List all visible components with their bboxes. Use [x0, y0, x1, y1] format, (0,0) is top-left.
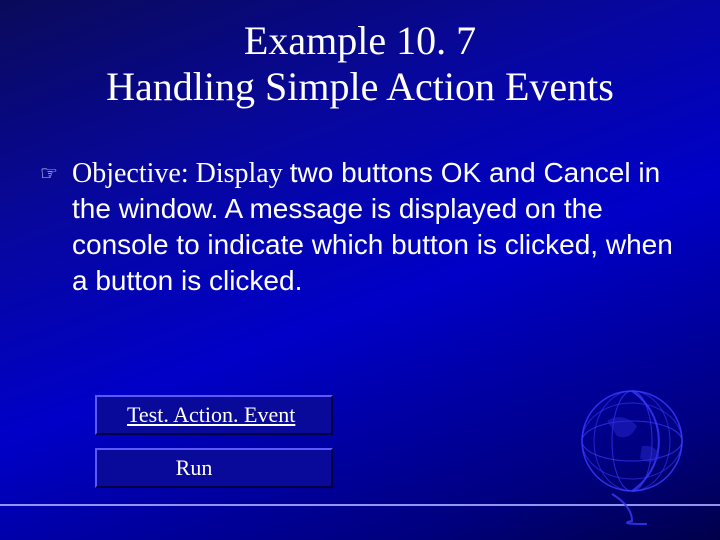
objective-label: Objective: Display — [72, 158, 290, 189]
slide: Example 10. 7 Handling Simple Action Eve… — [0, 0, 720, 540]
globe-icon — [562, 366, 692, 526]
test-action-event-link[interactable]: Test. Action. Event — [95, 395, 333, 435]
bullet-item: ☞ Objective: Display two buttons OK and … — [40, 155, 680, 299]
slide-body: ☞ Objective: Display two buttons OK and … — [40, 155, 680, 299]
title-line-1: Example 10. 7 — [0, 18, 720, 64]
bullet-text: Objective: Display two buttons OK and Ca… — [72, 155, 680, 299]
pointer-icon: ☞ — [40, 155, 72, 186]
run-link[interactable]: Run — [95, 448, 333, 488]
test-action-event-label: Test. Action. Event — [97, 402, 295, 428]
slide-title: Example 10. 7 Handling Simple Action Eve… — [0, 0, 720, 110]
run-label: Run — [97, 455, 331, 481]
title-line-2: Handling Simple Action Events — [0, 64, 720, 110]
